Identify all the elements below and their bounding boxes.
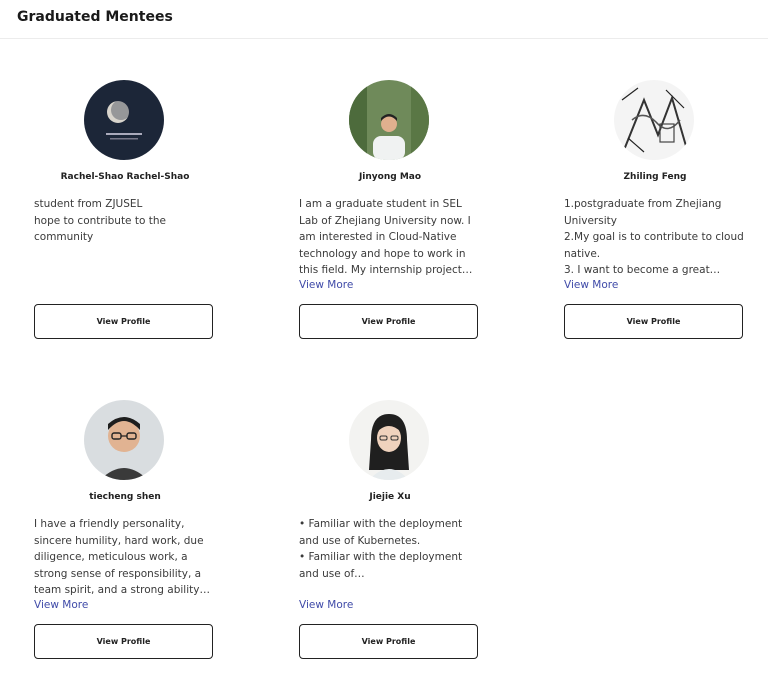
person-outdoor-avatar-icon[interactable] [349, 80, 429, 160]
view-profile-button[interactable]: View Profile [564, 304, 743, 339]
mentee-description: student from ZJUSEL hope to contribute t… [34, 198, 166, 244]
view-profile-button[interactable]: View Profile [299, 304, 478, 339]
mentee-name: Jinyong Mao [358, 172, 422, 182]
mentee-grid: Rachel-Shao Rachel-Shao student from ZJU… [0, 39, 768, 675]
moon-avatar-icon[interactable] [84, 80, 164, 160]
view-more-link[interactable]: View More [34, 599, 88, 611]
view-profile-button[interactable]: View Profile [34, 624, 213, 659]
view-more-link[interactable]: View More [299, 279, 353, 291]
section-title: Graduated Mentees [17, 9, 173, 25]
mentee-name: Zhiling Feng [623, 172, 687, 182]
mentee-description: • Familiar with the deployment and use o… [299, 518, 463, 580]
view-more-link[interactable]: View More [564, 279, 618, 291]
person-glasses-avatar-icon[interactable] [84, 400, 164, 480]
person-longhair-avatar-icon[interactable] [349, 400, 429, 480]
mentee-description: 1.postgraduate from Zhejiang University … [564, 198, 744, 277]
view-profile-button[interactable]: View Profile [299, 624, 478, 659]
mentee-description: I have a friendly personality, sincere h… [34, 518, 210, 597]
mentee-description: I am a graduate student in SEL Lab of Zh… [299, 198, 473, 277]
mentee-name: Rachel-Shao Rachel-Shao [60, 172, 190, 182]
view-profile-button[interactable]: View Profile [34, 304, 213, 339]
sketch-avatar-icon[interactable] [614, 80, 694, 160]
mentee-name: Jiejie Xu [369, 492, 411, 502]
mentee-name: tiecheng shen [89, 492, 161, 502]
view-more-link[interactable]: View More [299, 599, 353, 611]
section-header: Graduated Mentees [0, 0, 768, 39]
